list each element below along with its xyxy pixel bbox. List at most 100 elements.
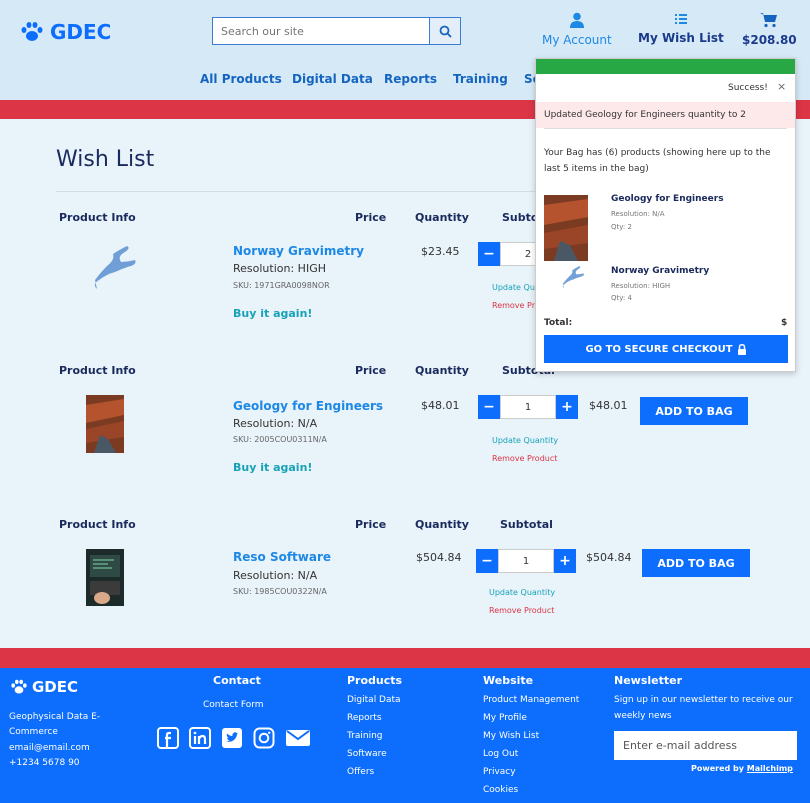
update-quantity-link[interactable]: Update Quantity	[492, 436, 558, 445]
popup-item-name: Geology for Engineers	[611, 194, 724, 204]
increase-quantity-button[interactable]: +	[554, 549, 576, 573]
logo-text: GDEC	[50, 20, 112, 44]
product-name-link[interactable]: Norway Gravimetry	[233, 244, 364, 258]
decrease-quantity-button[interactable]: −	[478, 395, 500, 419]
search-input[interactable]	[213, 18, 429, 44]
footer-link-my-profile[interactable]: My Profile	[483, 713, 579, 731]
cart-icon	[760, 13, 778, 28]
footer-logo-text: GDEC	[32, 678, 79, 696]
quantity-field[interactable]: 1	[500, 395, 556, 419]
list-icon	[674, 14, 687, 24]
contact-form-link[interactable]: Contact Form	[203, 698, 264, 713]
remove-product-link[interactable]: Remove Product	[489, 606, 554, 615]
decrease-quantity-button[interactable]: −	[476, 549, 498, 573]
newsletter-email-input[interactable]: Enter e-mail address	[614, 731, 797, 760]
footer-link-log-out[interactable]: Log Out	[483, 749, 579, 767]
twitter-icon[interactable]	[221, 727, 243, 749]
footer-email[interactable]: email@email.com	[9, 741, 90, 756]
buy-again-link[interactable]: Buy it again!	[233, 461, 312, 474]
nav-digital-data[interactable]: Digital Data	[292, 72, 373, 86]
search-icon	[439, 25, 452, 38]
product-price: $48.01	[421, 399, 460, 412]
col-subtotal: Subtotal	[500, 518, 553, 531]
success-bar	[536, 59, 795, 74]
newsletter-heading: Newsletter	[614, 674, 683, 687]
quantity-field[interactable]: 1	[498, 549, 554, 573]
product-thumbnail[interactable]	[86, 549, 124, 606]
footer-divider-bar	[0, 648, 810, 668]
col-product-info: Product Info	[59, 364, 136, 377]
remove-product-link[interactable]: Remove Product	[492, 454, 557, 463]
nav-reports[interactable]: Reports	[384, 72, 437, 86]
col-price: Price	[355, 364, 387, 377]
success-label: Success!	[728, 83, 768, 93]
company-name: Geophysical Data E-Commerce	[9, 712, 101, 737]
footer-link-digital-data[interactable]: Digital Data	[347, 695, 401, 713]
footer-link-product-management[interactable]: Product Management	[483, 695, 579, 713]
footer-link-training[interactable]: Training	[347, 731, 401, 749]
product-sku: SKU: 1985COU0322N/A	[233, 587, 327, 596]
increase-quantity-button[interactable]: +	[556, 395, 578, 419]
my-account-label: My Account	[542, 33, 612, 47]
email-icon[interactable]	[285, 727, 311, 749]
close-icon[interactable]: ×	[777, 80, 786, 93]
cart-link[interactable]: $208.80	[742, 12, 797, 47]
col-quantity: Quantity	[415, 211, 469, 224]
paw-icon	[11, 679, 27, 694]
footer-phone: +1234 5678 90	[9, 758, 80, 768]
footer-link-privacy[interactable]: Privacy	[483, 767, 579, 785]
footer-products-list: Digital Data Reports Training Software O…	[347, 695, 401, 785]
popup-item-resolution: Resolution: HIGH	[611, 282, 671, 290]
powered-by-prefix: Powered by	[691, 764, 747, 773]
product-thumbnail[interactable]	[86, 395, 124, 453]
footer-link-offers[interactable]: Offers	[347, 767, 401, 785]
my-wish-list-label: My Wish List	[638, 31, 724, 45]
search-button[interactable]	[429, 18, 460, 44]
nav-training[interactable]: Training	[453, 72, 508, 86]
linkedin-icon[interactable]	[189, 727, 211, 749]
col-quantity: Quantity	[415, 364, 469, 377]
product-price: $504.84	[416, 551, 462, 564]
add-to-bag-popup: Success! × Updated Geology for Engineers…	[535, 58, 796, 372]
product-resolution: Resolution: HIGH	[233, 262, 326, 275]
site-logo[interactable]: GDEC	[20, 20, 111, 44]
add-to-bag-button[interactable]: ADD TO BAG	[640, 397, 748, 425]
checkout-label: GO TO SECURE CHECKOUT	[585, 343, 733, 355]
product-name-link[interactable]: Reso Software	[233, 550, 331, 564]
footer-link-reports[interactable]: Reports	[347, 713, 401, 731]
nav-all-products[interactable]: All Products	[200, 72, 282, 86]
facebook-icon[interactable]	[157, 727, 179, 749]
my-account-link[interactable]: My Account	[542, 12, 612, 47]
website-heading: Website	[483, 674, 534, 687]
col-quantity: Quantity	[415, 518, 469, 531]
footer-link-cookies[interactable]: Cookies	[483, 785, 579, 803]
decrease-quantity-button[interactable]: −	[478, 242, 500, 266]
powered-by: Powered by Mailchimp	[691, 764, 793, 773]
product-subtotal: $48.01	[589, 399, 628, 412]
footer-logo[interactable]: GDEC	[10, 678, 78, 696]
popup-item-thumbnail	[562, 266, 584, 289]
product-thumbnail[interactable]	[87, 244, 142, 294]
buy-again-link[interactable]: Buy it again!	[233, 307, 312, 320]
product-price: $23.45	[421, 245, 460, 258]
product-resolution: Resolution: N/A	[233, 569, 318, 582]
secure-checkout-button[interactable]: GO TO SECURE CHECKOUT	[544, 335, 788, 363]
popup-item-name: Norway Gravimetry	[611, 266, 710, 276]
update-quantity-link[interactable]: Update Quantity	[489, 588, 555, 597]
product-name-link[interactable]: Geology for Engineers	[233, 399, 383, 413]
footer-link-my-wish-list[interactable]: My Wish List	[483, 731, 579, 749]
product-resolution: Resolution: N/A	[233, 417, 318, 430]
quantity-stepper[interactable]: − 1 +	[476, 549, 576, 573]
contact-heading: Contact	[213, 674, 261, 687]
popup-item-resolution: Resolution: N/A	[611, 210, 665, 218]
cart-total: $208.80	[742, 33, 797, 47]
col-price: Price	[355, 518, 387, 531]
mailchimp-link[interactable]: Mailchimp	[747, 764, 793, 773]
instagram-icon[interactable]	[253, 727, 275, 749]
quantity-stepper[interactable]: − 1 +	[478, 395, 578, 419]
col-product-info: Product Info	[59, 518, 136, 531]
my-wish-list-link[interactable]: My Wish List	[638, 12, 724, 45]
add-to-bag-button[interactable]: ADD TO BAG	[642, 549, 750, 577]
footer-link-software[interactable]: Software	[347, 749, 401, 767]
popup-total-value: $	[781, 318, 788, 328]
